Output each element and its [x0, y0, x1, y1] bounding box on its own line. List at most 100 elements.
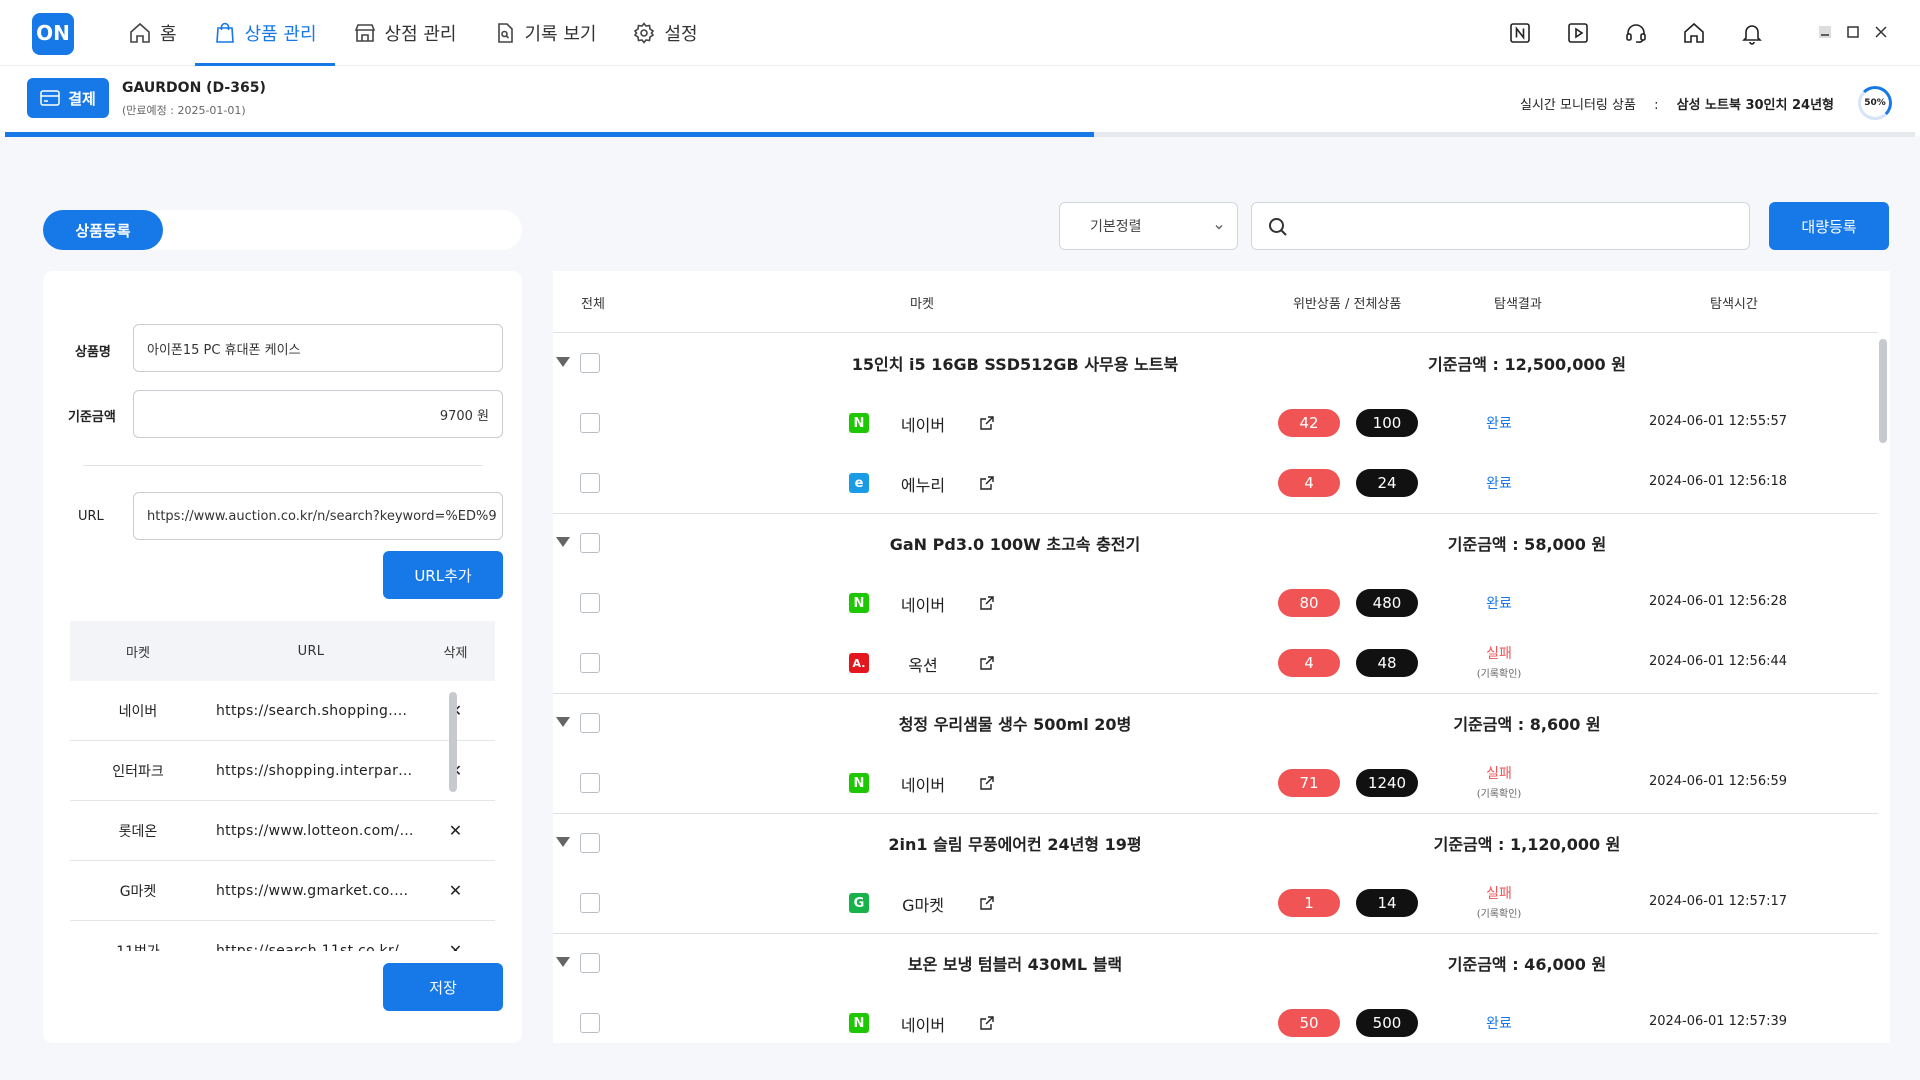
- nav-product-management[interactable]: 상품 관리: [194, 0, 335, 66]
- nav-store-management[interactable]: 상점 관리: [335, 0, 475, 66]
- search-icon[interactable]: [1266, 215, 1290, 239]
- violation-count-badge: 42: [1278, 409, 1340, 437]
- search-result-status: 완료: [1486, 476, 1512, 492]
- search-result-status[interactable]: 실패: [1444, 763, 1554, 783]
- url-list-scrollbar[interactable]: [449, 692, 457, 792]
- nav-store-management-label: 상점 관리: [384, 24, 457, 45]
- naver-n-icon[interactable]: [1508, 21, 1532, 45]
- col-result-header: 탐색결과: [1494, 297, 1542, 312]
- url-row-link[interactable]: https://www.gmarket.co.kr..: [206, 883, 416, 899]
- row-checkbox[interactable]: [580, 893, 600, 913]
- search-time: 2024-06-01 12:57:39: [1648, 1014, 1788, 1029]
- check-history-link[interactable]: (기록확인): [1444, 665, 1554, 680]
- row-checkbox[interactable]: [580, 773, 600, 793]
- collapse-caret-icon[interactable]: [556, 357, 570, 367]
- url-row-link[interactable]: https://search.11st.co.kr/pc..: [206, 943, 416, 952]
- top-navigation-bar: ON 홈 상품 관리 상점 관리 기록 보기 설정: [0, 0, 1920, 66]
- row-checkbox[interactable]: [580, 653, 600, 673]
- url-row-link[interactable]: https://shopping.interpark...: [206, 763, 416, 779]
- maximize-icon[interactable]: [1846, 25, 1860, 39]
- naver-logo-icon: N: [849, 1013, 869, 1033]
- group-checkbox[interactable]: [580, 713, 600, 733]
- market-name: 네이버: [900, 416, 946, 435]
- nav-settings[interactable]: 설정: [614, 0, 715, 66]
- violation-count-badge: 80: [1278, 589, 1340, 617]
- violation-count-badge: 4: [1278, 469, 1340, 497]
- group-checkbox[interactable]: [580, 833, 600, 853]
- external-link-icon[interactable]: [979, 475, 995, 491]
- total-count-badge: 480: [1356, 589, 1418, 617]
- payment-button[interactable]: 결제: [27, 78, 109, 118]
- group-header-row: GaN Pd3.0 100W 초고속 충전기 기준금액 : 58,000 원: [553, 513, 1878, 573]
- url-table-row: 네이버 https://search.shopping.na.. ✕: [70, 681, 495, 741]
- col-market-header: 마켓: [910, 297, 934, 312]
- app-logo: ON: [32, 13, 74, 55]
- row-checkbox[interactable]: [580, 413, 600, 433]
- collapse-caret-icon[interactable]: [556, 537, 570, 547]
- nav-history[interactable]: 기록 보기: [475, 0, 615, 66]
- check-history-link[interactable]: (기록확인): [1444, 905, 1554, 920]
- product-name-input[interactable]: 아이폰15 PC 휴대폰 케이스: [133, 324, 503, 372]
- external-link-icon[interactable]: [979, 1015, 995, 1031]
- delete-row-icon[interactable]: ✕: [416, 881, 495, 900]
- group-checkbox[interactable]: [580, 353, 600, 373]
- url-list-table: 마켓 URL 삭제 네이버 https://search.shopping.na…: [70, 621, 495, 951]
- url-row-link[interactable]: https://search.shopping.na..: [206, 703, 416, 719]
- bulk-register-button[interactable]: 대량등록: [1769, 202, 1889, 250]
- check-history-link[interactable]: (기록확인): [1444, 785, 1554, 800]
- row-checkbox[interactable]: [580, 473, 600, 493]
- add-url-button[interactable]: URL추가: [383, 551, 503, 599]
- bell-icon[interactable]: [1740, 21, 1764, 45]
- collapse-caret-icon[interactable]: [556, 957, 570, 967]
- group-base-price: 기준금액 : 8,600 원: [1453, 715, 1601, 734]
- base-price-input[interactable]: 9700 원: [133, 390, 503, 438]
- search-input[interactable]: [1302, 211, 1732, 241]
- col-url-header: URL: [297, 643, 325, 659]
- total-count-badge: 500: [1356, 1009, 1418, 1037]
- url-row-market: 롯데온: [118, 823, 158, 840]
- group-checkbox[interactable]: [580, 953, 600, 973]
- save-button[interactable]: 저장: [383, 963, 503, 1011]
- delete-row-icon[interactable]: ✕: [416, 821, 495, 840]
- sort-select[interactable]: 기본정렬: [1059, 202, 1238, 250]
- total-count-badge: 24: [1356, 469, 1418, 497]
- delete-row-icon[interactable]: ✕: [416, 941, 495, 951]
- url-input[interactable]: https://www.auction.co.kr/n/search?keywo…: [133, 492, 503, 540]
- live-monitoring-status: 실시간 모니터링 상품 : 삼성 노트북 30인치 24년형: [1520, 94, 1834, 113]
- external-link-icon[interactable]: [979, 775, 995, 791]
- external-link-icon[interactable]: [979, 895, 995, 911]
- search-result-status[interactable]: 실패: [1444, 883, 1554, 903]
- results-scrollbar[interactable]: [1879, 339, 1887, 443]
- row-checkbox[interactable]: [580, 1013, 600, 1033]
- collapse-caret-icon[interactable]: [556, 837, 570, 847]
- external-link-icon[interactable]: [979, 655, 995, 671]
- home-outline-icon[interactable]: [1682, 21, 1706, 45]
- violation-count-badge: 1: [1278, 889, 1340, 917]
- market-row: N 네이버 50 500 완료 2024-06-01 12:57:39: [553, 993, 1878, 1043]
- nav-home[interactable]: 홈: [110, 0, 195, 66]
- collapse-caret-icon[interactable]: [556, 717, 570, 727]
- video-play-icon[interactable]: [1566, 21, 1590, 45]
- url-table-row: 인터파크 https://shopping.interpark... ✕: [70, 741, 495, 801]
- document-search-icon: [497, 23, 513, 43]
- total-count-badge: 48: [1356, 649, 1418, 677]
- url-row-link[interactable]: https://www.lotteon.com/s..: [206, 823, 416, 839]
- external-link-icon[interactable]: [979, 415, 995, 431]
- row-checkbox[interactable]: [580, 593, 600, 613]
- tab-product-register[interactable]: 상품등록: [43, 210, 163, 250]
- gmarket-logo-icon: G: [849, 893, 869, 913]
- url-row-market: 네이버: [118, 703, 158, 720]
- headset-icon[interactable]: [1624, 21, 1648, 45]
- url-row-market: 인터파크: [112, 763, 164, 780]
- group-header-row: 청정 우리샘물 생수 500ml 20병 기준금액 : 8,600 원: [553, 693, 1878, 753]
- minimize-icon[interactable]: [1818, 25, 1832, 39]
- store-icon: [354, 24, 375, 42]
- close-window-icon[interactable]: [1874, 25, 1888, 39]
- search-result-status[interactable]: 실패: [1444, 643, 1554, 663]
- product-name-label: 상품명: [75, 345, 111, 360]
- search-time: 2024-06-01 12:56:59: [1648, 774, 1788, 789]
- external-link-icon[interactable]: [979, 595, 995, 611]
- naver-logo-icon: N: [849, 413, 869, 433]
- total-count-badge: 14: [1356, 889, 1418, 917]
- group-checkbox[interactable]: [580, 533, 600, 553]
